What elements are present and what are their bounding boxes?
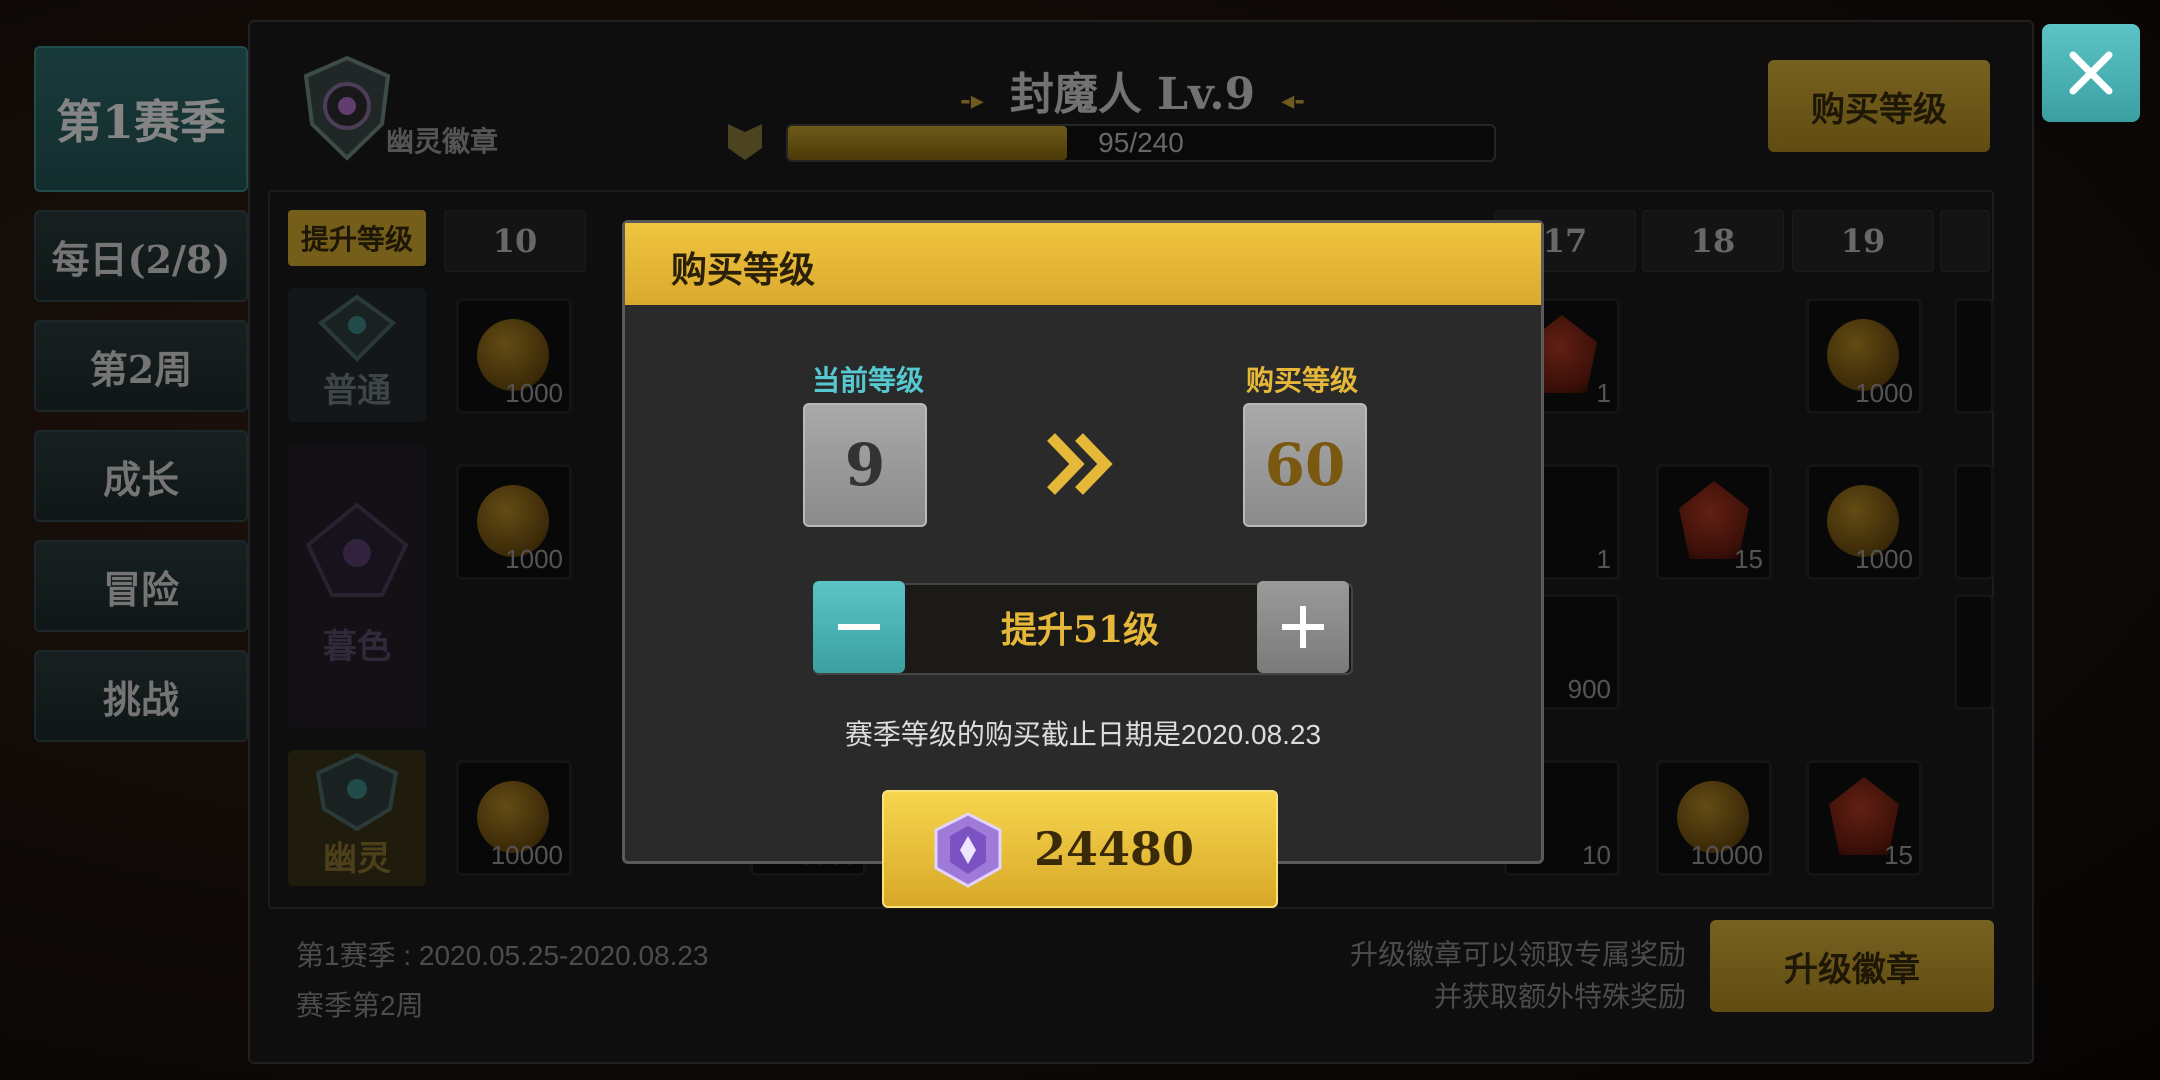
current-level-box: 9 (803, 403, 927, 527)
minus-icon (838, 624, 880, 630)
increase-button[interactable] (1257, 581, 1349, 673)
close-icon (2069, 51, 2113, 95)
target-level-box: 60 (1243, 403, 1367, 527)
deadline-text: 赛季等级的购买截止日期是2020.08.23 (844, 719, 1322, 750)
dialog-header: 购买等级 (625, 223, 1541, 305)
confirm-purchase-button[interactable]: 24480 (882, 790, 1278, 908)
decrease-button[interactable] (813, 581, 905, 673)
dialog-title: 购买等级 (671, 249, 816, 291)
close-button[interactable] (2042, 24, 2140, 122)
crystal-gem-icon (934, 812, 1002, 888)
current-level-label: 当前等级 (811, 364, 924, 397)
buy-level-dialog: 购买等级 当前等级 9 购买等级 60 提升51级 赛季等级的购买截止日期是20… (622, 220, 1544, 864)
target-level-label: 购买等级 (1245, 364, 1358, 397)
double-chevron-right-icon (1047, 433, 1113, 495)
stepper-value: 提升51级 (1000, 609, 1160, 651)
plus-icon (1282, 606, 1324, 648)
price-value: 24480 (1034, 822, 1195, 876)
